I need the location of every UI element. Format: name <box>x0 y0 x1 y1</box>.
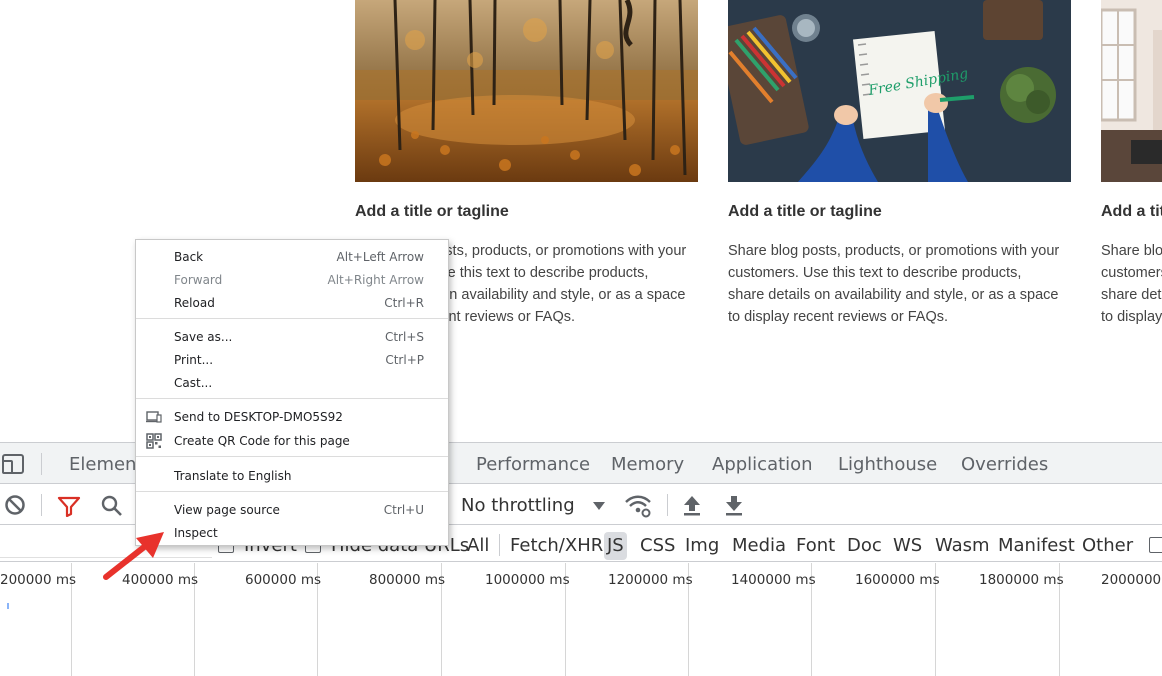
network-overview[interactable]: 200000 ms 400000 ms 600000 ms 800000 ms … <box>0 563 1162 676</box>
card-text: Share blog posts, products, or promotion… <box>1101 243 1162 325</box>
timeline-tick-label: 1000000 ms <box>485 572 570 588</box>
card-text: Share blog posts, products, or promotion… <box>728 243 1060 325</box>
request-marker <box>7 603 9 609</box>
chevron-down-icon[interactable] <box>592 499 606 511</box>
filter-wasm[interactable]: Wasm <box>935 535 990 556</box>
tab-performance[interactable]: Performance <box>476 454 590 475</box>
menu-item-inspect[interactable]: Inspect <box>136 522 448 544</box>
menu-item-send-to-device[interactable]: Send to DESKTOP-DMO5S92 <box>136 406 448 428</box>
separator <box>41 494 42 516</box>
timeline-tick-label: 600000 ms <box>245 572 322 588</box>
annotation-arrow-icon <box>103 532 164 580</box>
menu-item-view-page-source[interactable]: View page source Ctrl+U <box>136 499 448 521</box>
download-icon[interactable] <box>724 494 744 516</box>
timeline-tick-label: 200000 ms <box>0 572 77 588</box>
network-conditions-icon[interactable] <box>624 494 652 518</box>
menu-divider <box>136 318 448 319</box>
timeline-tick-label: 1400000 ms <box>731 572 816 588</box>
filter-other[interactable]: Other <box>1082 535 1133 556</box>
filter-ws[interactable]: WS <box>893 535 922 556</box>
card-title: Add a title or tagline <box>728 203 882 220</box>
filter-js[interactable]: JS <box>604 532 627 560</box>
menu-item-cast[interactable]: Cast... <box>136 372 448 394</box>
separator <box>41 453 42 475</box>
menu-item-save-as[interactable]: Save as... Ctrl+S <box>136 326 448 348</box>
tab-application[interactable]: Application <box>712 454 813 475</box>
qr-code-icon <box>146 433 162 449</box>
timeline-tick-label: 1600000 ms <box>855 572 940 588</box>
menu-item-forward[interactable]: Forward Alt+Right Arrow <box>136 269 448 291</box>
card-image-notebook[interactable]: Free Shipping <box>728 0 1071 182</box>
filter-manifest[interactable]: Manifest <box>998 535 1075 556</box>
menu-divider <box>136 398 448 399</box>
menu-item-back[interactable]: Back Alt+Left Arrow <box>136 246 448 268</box>
clear-icon[interactable] <box>4 494 26 516</box>
separator <box>499 534 500 556</box>
filter-media[interactable]: Media <box>732 535 786 556</box>
card-image-forest[interactable] <box>355 0 698 182</box>
menu-item-create-qr-code[interactable]: Create QR Code for this page <box>136 430 448 452</box>
filter-font[interactable]: Font <box>796 535 835 556</box>
throttling-value: No throttling <box>461 495 575 516</box>
screen: Add a title or tagline Share blog posts,… <box>0 0 1162 676</box>
upload-icon[interactable] <box>682 494 702 516</box>
card-image-room[interactable] <box>1101 0 1162 182</box>
card-title: Add a title or tagline <box>1101 203 1162 220</box>
menu-divider <box>136 456 448 457</box>
timeline-tick-label: 1200000 ms <box>608 572 693 588</box>
timeline-tick-label: 2000000 ms <box>1101 572 1162 588</box>
timeline-tick-label: 1800000 ms <box>979 572 1064 588</box>
tab-memory[interactable]: Memory <box>611 454 684 475</box>
blocked-requests-checkbox[interactable] <box>1149 537 1162 553</box>
filter-icon[interactable] <box>57 495 81 518</box>
separator <box>667 494 668 516</box>
filter-fetch-xhr[interactable]: Fetch/XHR <box>510 535 603 556</box>
menu-item-translate[interactable]: Translate to English <box>136 465 448 487</box>
context-menu: Back Alt+Left Arrow Forward Alt+Right Ar… <box>135 239 449 546</box>
timeline-tick-label: 800000 ms <box>369 572 446 588</box>
device-toolbar-icon[interactable] <box>2 452 24 476</box>
menu-item-reload[interactable]: Reload Ctrl+R <box>136 292 448 314</box>
filter-css[interactable]: CSS <box>640 535 675 556</box>
card-title: Add a title or tagline <box>355 203 509 220</box>
tab-overrides[interactable]: Overrides <box>961 454 1048 475</box>
tab-lighthouse[interactable]: Lighthouse <box>838 454 937 475</box>
devices-icon <box>146 409 162 425</box>
search-icon[interactable] <box>100 494 124 518</box>
filter-all[interactable]: All <box>467 535 489 556</box>
filter-doc[interactable]: Doc <box>847 535 882 556</box>
menu-divider <box>136 491 448 492</box>
filter-img[interactable]: Img <box>685 535 719 556</box>
throttling-select[interactable]: No throttling <box>461 495 575 517</box>
menu-item-print[interactable]: Print... Ctrl+P <box>136 349 448 371</box>
